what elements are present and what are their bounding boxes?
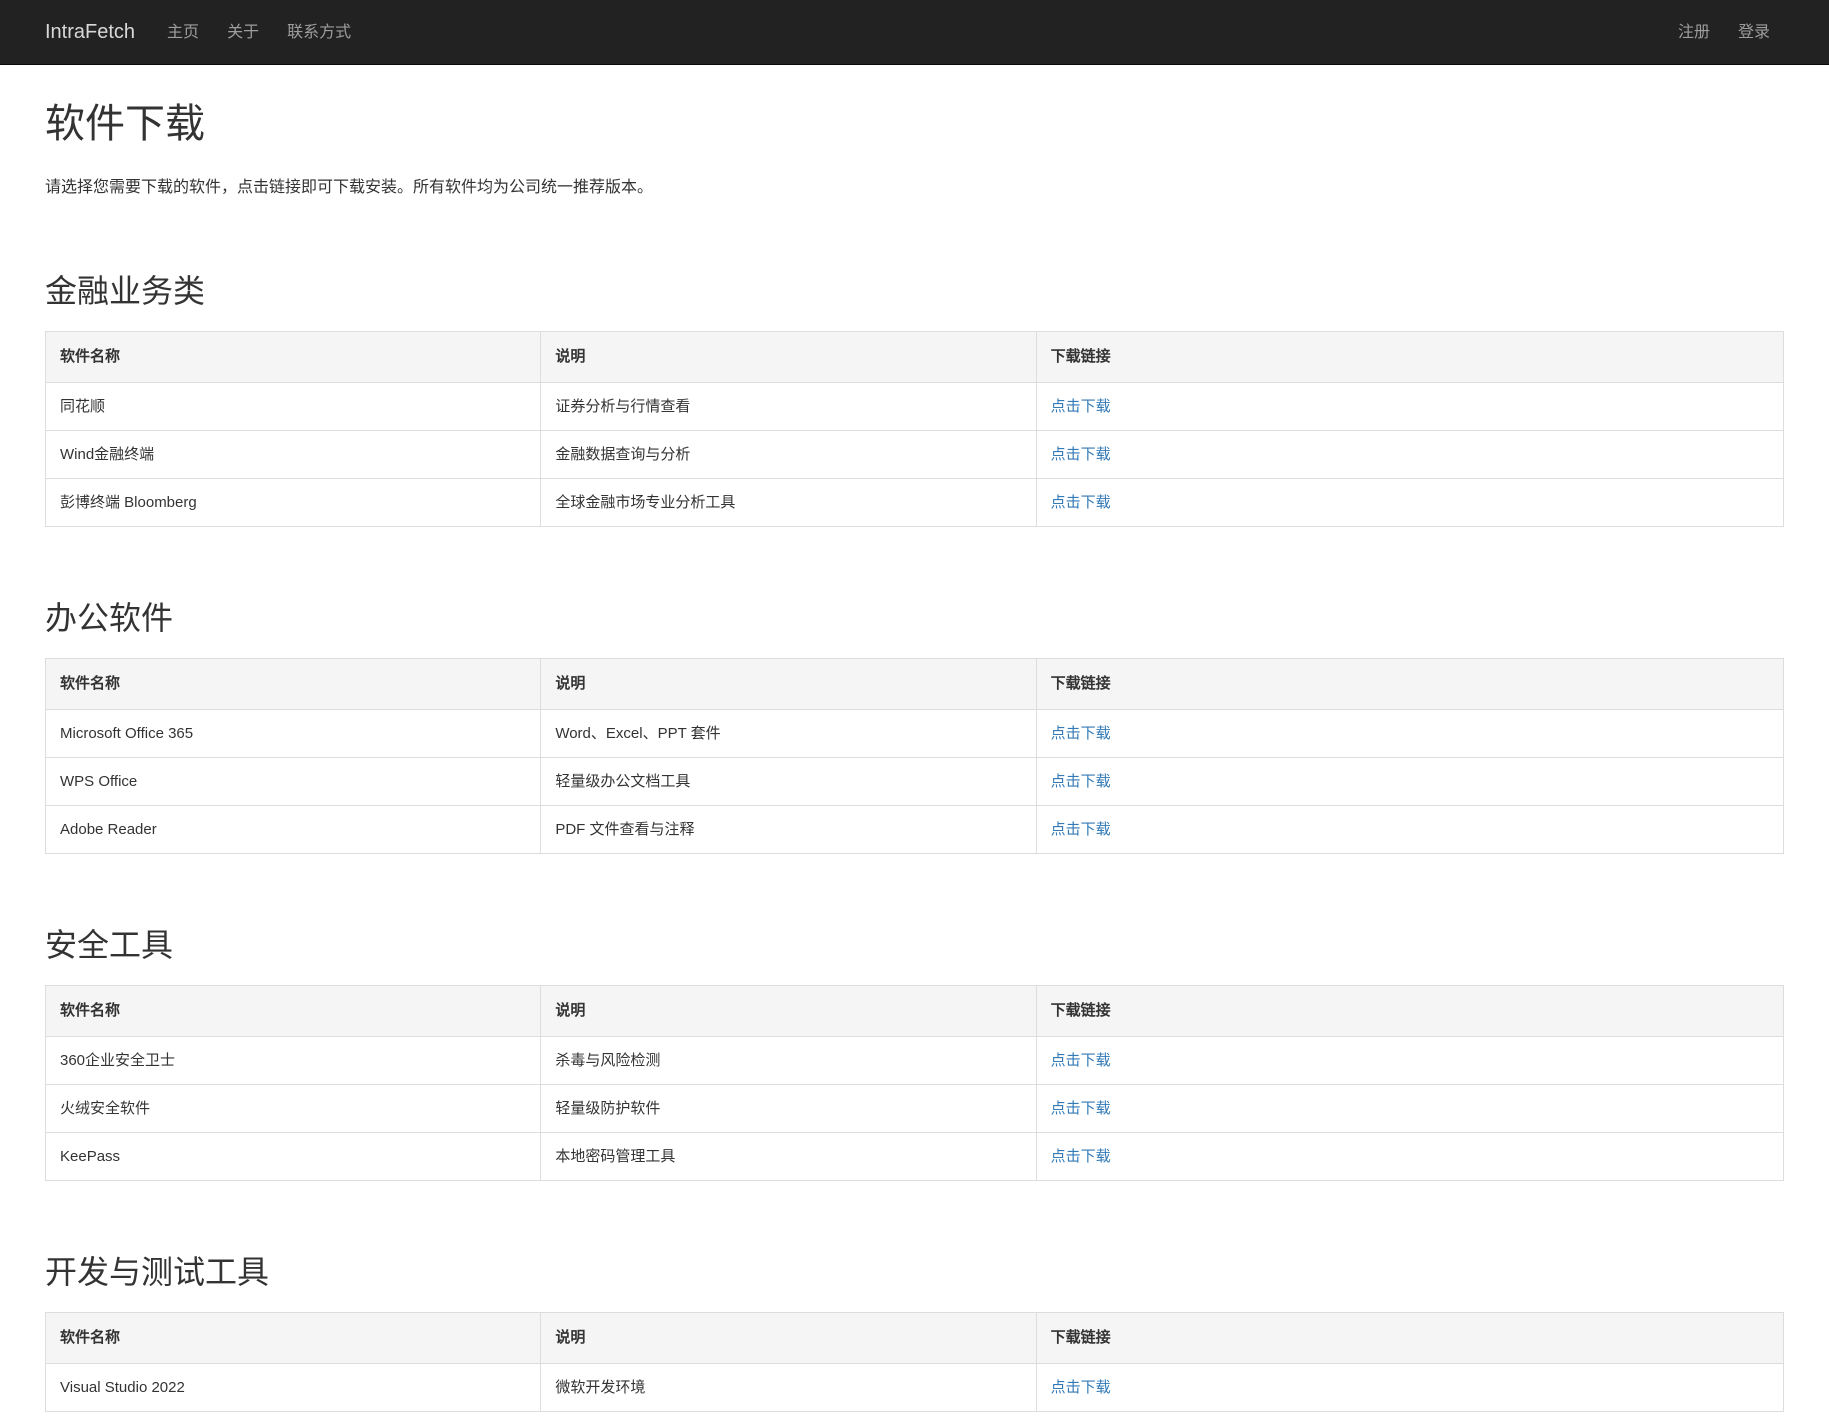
software-name-cell: 同花顺	[46, 383, 541, 431]
download-cell: 点击下载	[1036, 806, 1783, 854]
software-name-cell: Wind金融终端	[46, 431, 541, 479]
table-row: 同花顺 证券分析与行情查看 点击下载	[46, 383, 1784, 431]
navbar-left-links: 主页 关于 联系方式	[153, 0, 365, 65]
download-cell: 点击下载	[1036, 710, 1783, 758]
nav-item-login[interactable]: 登录	[1724, 0, 1784, 65]
software-table: 软件名称 说明 下载链接 Microsoft Office 365 Word、E…	[45, 658, 1784, 854]
column-header-description: 说明	[541, 332, 1036, 383]
table-row: WPS Office 轻量级办公文档工具 点击下载	[46, 758, 1784, 806]
description-cell: 金融数据查询与分析	[541, 431, 1036, 479]
section-office: 办公软件 软件名称 说明 下载链接 Microsoft Office 365 W…	[45, 597, 1784, 854]
column-header-name: 软件名称	[46, 332, 541, 383]
download-link[interactable]: 点击下载	[1051, 1148, 1111, 1165]
table-row: Microsoft Office 365 Word、Excel、PPT 套件 点…	[46, 710, 1784, 758]
section-security: 安全工具 软件名称 说明 下载链接 360企业安全卫士 杀毒与风险检测 点击下载…	[45, 924, 1784, 1181]
download-link[interactable]: 点击下载	[1051, 773, 1111, 790]
table-row: 360企业安全卫士 杀毒与风险检测 点击下载	[46, 1037, 1784, 1085]
download-link[interactable]: 点击下载	[1051, 725, 1111, 742]
software-name-cell: Adobe Reader	[46, 806, 541, 854]
download-link[interactable]: 点击下载	[1051, 398, 1111, 415]
software-table: 软件名称 说明 下载链接 同花顺 证券分析与行情查看 点击下载 Wind金融终端…	[45, 331, 1784, 527]
table-row: KeePass 本地密码管理工具 点击下载	[46, 1133, 1784, 1181]
table-row: 火绒安全软件 轻量级防护软件 点击下载	[46, 1085, 1784, 1133]
download-cell: 点击下载	[1036, 1037, 1783, 1085]
navbar-brand[interactable]: IntraFetch	[45, 21, 135, 44]
section-finance: 金融业务类 软件名称 说明 下载链接 同花顺 证券分析与行情查看 点击下载 Wi…	[45, 270, 1784, 527]
download-link[interactable]: 点击下载	[1051, 494, 1111, 511]
table-row: 彭博终端 Bloomberg 全球金融市场专业分析工具 点击下载	[46, 479, 1784, 527]
section-heading: 开发与测试工具	[45, 1251, 1784, 1294]
table-row: Adobe Reader PDF 文件查看与注释 点击下载	[46, 806, 1784, 854]
description-cell: PDF 文件查看与注释	[541, 806, 1036, 854]
section-heading: 办公软件	[45, 597, 1784, 640]
software-name-cell: Visual Studio 2022	[46, 1364, 541, 1412]
column-header-download: 下载链接	[1036, 659, 1783, 710]
navbar-right-links: 注册 登录	[1664, 0, 1784, 65]
software-name-cell: 360企业安全卫士	[46, 1037, 541, 1085]
software-name-cell: 彭博终端 Bloomberg	[46, 479, 541, 527]
page-intro: 请选择您需要下载的软件，点击链接即可下载安装。所有软件均为公司统一推荐版本。	[45, 176, 1784, 200]
software-table: 软件名称 说明 下载链接 360企业安全卫士 杀毒与风险检测 点击下载 火绒安全…	[45, 985, 1784, 1181]
description-cell: 杀毒与风险检测	[541, 1037, 1036, 1085]
column-header-name: 软件名称	[46, 1313, 541, 1364]
description-cell: 轻量级办公文档工具	[541, 758, 1036, 806]
download-link[interactable]: 点击下载	[1051, 1379, 1111, 1396]
section-heading: 金融业务类	[45, 270, 1784, 313]
main-content: 软件下载 请选择您需要下载的软件，点击链接即可下载安装。所有软件均为公司统一推荐…	[0, 98, 1829, 1412]
description-cell: 全球金融市场专业分析工具	[541, 479, 1036, 527]
table-header-row: 软件名称 说明 下载链接	[46, 986, 1784, 1037]
description-cell: 证券分析与行情查看	[541, 383, 1036, 431]
nav-item-home[interactable]: 主页	[153, 0, 213, 65]
column-header-download: 下载链接	[1036, 986, 1783, 1037]
column-header-download: 下载链接	[1036, 332, 1783, 383]
download-cell: 点击下载	[1036, 479, 1783, 527]
table-header-row: 软件名称 说明 下载链接	[46, 659, 1784, 710]
software-name-cell: Microsoft Office 365	[46, 710, 541, 758]
table-header-row: 软件名称 说明 下载链接	[46, 1313, 1784, 1364]
description-cell: 微软开发环境	[541, 1364, 1036, 1412]
nav-item-register[interactable]: 注册	[1664, 0, 1724, 65]
download-cell: 点击下载	[1036, 431, 1783, 479]
software-name-cell: WPS Office	[46, 758, 541, 806]
section-dev-test: 开发与测试工具 软件名称 说明 下载链接 Visual Studio 2022 …	[45, 1251, 1784, 1412]
nav-item-contact[interactable]: 联系方式	[273, 0, 365, 65]
download-cell: 点击下载	[1036, 1364, 1783, 1412]
section-heading: 安全工具	[45, 924, 1784, 967]
description-cell: 轻量级防护软件	[541, 1085, 1036, 1133]
software-name-cell: KeePass	[46, 1133, 541, 1181]
download-link[interactable]: 点击下载	[1051, 1100, 1111, 1117]
column-header-description: 说明	[541, 986, 1036, 1037]
download-cell: 点击下载	[1036, 1133, 1783, 1181]
table-row: Wind金融终端 金融数据查询与分析 点击下载	[46, 431, 1784, 479]
table-row: Visual Studio 2022 微软开发环境 点击下载	[46, 1364, 1784, 1412]
download-cell: 点击下载	[1036, 1085, 1783, 1133]
column-header-name: 软件名称	[46, 986, 541, 1037]
software-name-cell: 火绒安全软件	[46, 1085, 541, 1133]
download-cell: 点击下载	[1036, 383, 1783, 431]
column-header-description: 说明	[541, 1313, 1036, 1364]
column-header-description: 说明	[541, 659, 1036, 710]
column-header-download: 下载链接	[1036, 1313, 1783, 1364]
column-header-name: 软件名称	[46, 659, 541, 710]
download-link[interactable]: 点击下载	[1051, 446, 1111, 463]
download-link[interactable]: 点击下载	[1051, 821, 1111, 838]
page-title: 软件下载	[45, 98, 1784, 150]
description-cell: 本地密码管理工具	[541, 1133, 1036, 1181]
navbar: IntraFetch 主页 关于 联系方式 注册 登录	[0, 0, 1829, 65]
table-header-row: 软件名称 说明 下载链接	[46, 332, 1784, 383]
download-link[interactable]: 点击下载	[1051, 1052, 1111, 1069]
download-cell: 点击下载	[1036, 758, 1783, 806]
software-table: 软件名称 说明 下载链接 Visual Studio 2022 微软开发环境 点…	[45, 1312, 1784, 1412]
nav-item-about[interactable]: 关于	[213, 0, 273, 65]
description-cell: Word、Excel、PPT 套件	[541, 710, 1036, 758]
